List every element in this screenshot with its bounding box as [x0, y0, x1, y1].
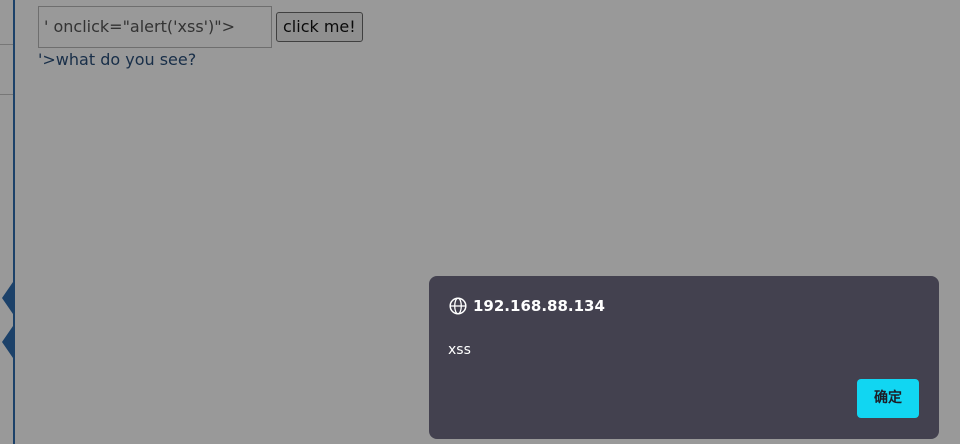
ok-button[interactable]: 确定 [857, 379, 919, 418]
dialog-header: 192.168.88.134 [449, 296, 605, 316]
dialog-origin: 192.168.88.134 [473, 297, 605, 315]
alert-message: xss [448, 342, 471, 358]
alert-dialog: 192.168.88.134 xss 确定 [429, 276, 939, 439]
globe-icon [449, 297, 467, 315]
